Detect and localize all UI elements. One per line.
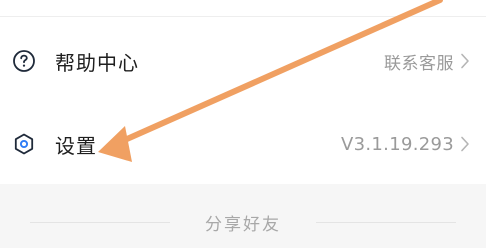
menu-item-help-center[interactable]: 帮助中心 联系客服 — [0, 33, 486, 89]
share-friends-title: 分享好友 — [205, 215, 281, 235]
chevron-right-icon — [460, 53, 470, 69]
contact-support-link[interactable]: 联系客服 — [384, 49, 454, 74]
top-divider — [0, 16, 486, 17]
settings-icon — [12, 132, 36, 156]
help-center-label: 帮助中心 — [55, 50, 139, 75]
question-circle-icon — [12, 49, 36, 73]
settings-label: 设置 — [55, 133, 97, 158]
menu-item-settings[interactable]: 设置 V3.1.19.293 — [0, 116, 486, 172]
chevron-right-icon — [460, 136, 470, 152]
app-version: V3.1.19.293 — [341, 133, 454, 155]
